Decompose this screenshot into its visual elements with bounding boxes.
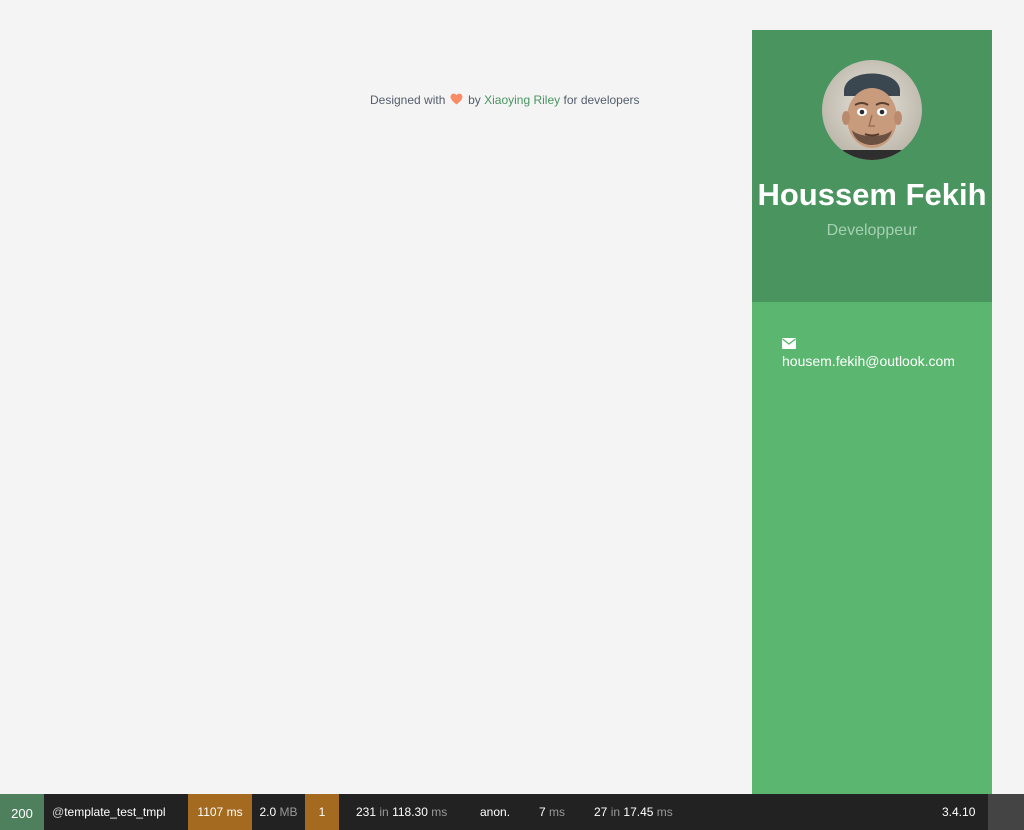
toolbar-errors[interactable]: 1: [305, 794, 339, 830]
logs-time: 118.30: [392, 805, 428, 819]
footer-credit: Designed with by Xiaoying Riley for deve…: [370, 93, 640, 107]
credit-suffix: for developers: [563, 93, 640, 107]
memory-value: 2.0: [259, 805, 277, 819]
email-link[interactable]: housem.fekih@outlook.com: [782, 353, 955, 369]
twig-unit: ms: [549, 805, 566, 819]
error-count: 1: [318, 805, 326, 819]
profile-avatar: [822, 60, 922, 160]
profile-tagline: Developpeur: [826, 222, 918, 239]
twig-time: 7: [539, 805, 546, 819]
toolbar-logs[interactable]: 231 in 118.30 ms: [356, 794, 447, 830]
toolbar-hide-button[interactable]: [988, 794, 1024, 830]
author-link[interactable]: Xiaoying Riley: [484, 93, 560, 107]
db-count: 27: [594, 805, 608, 819]
credit-prefix: Designed with: [370, 93, 446, 107]
db-time: 17.45: [623, 805, 654, 819]
toolbar-memory[interactable]: 2.0 MB: [252, 794, 305, 830]
version-text: 3.4.10: [942, 805, 976, 819]
logs-count: 231: [356, 805, 377, 819]
db-unit: ms: [656, 805, 673, 819]
profile-name: Houssem Fekih: [757, 177, 987, 212]
toolbar-status[interactable]: 200: [0, 794, 44, 830]
logs-unit: ms: [431, 805, 448, 819]
user-name: anon.: [480, 805, 511, 819]
profile-container: Houssem Fekih Developpeur: [752, 30, 992, 302]
logs-in: in: [379, 805, 389, 819]
toolbar-time[interactable]: 1107 ms: [188, 794, 252, 830]
memory-unit: MB: [279, 805, 298, 819]
toolbar-twig[interactable]: 7 ms: [539, 794, 565, 830]
time-unit: ms: [226, 805, 243, 819]
debug-toolbar: 200 @template_test_tmpl 1107 ms 2.0 MB 1…: [0, 794, 1024, 830]
contact-list: housem.fekih@outlook.com: [752, 302, 992, 369]
route-at: @: [52, 805, 65, 819]
sidebar: Houssem Fekih Developpeur housem.fekih@o…: [752, 30, 992, 794]
credit-by: by: [468, 93, 481, 107]
route-name: template_test_tmpl: [64, 805, 166, 819]
toolbar-version[interactable]: 3.4.10: [942, 794, 975, 830]
toolbar-db[interactable]: 27 in 17.45 ms: [594, 794, 673, 830]
toolbar-user[interactable]: anon.: [480, 794, 510, 830]
time-value: 1107: [197, 805, 224, 819]
status-code: 200: [11, 806, 33, 821]
toolbar-route[interactable]: @template_test_tmpl: [44, 794, 188, 830]
db-in: in: [610, 805, 621, 819]
envelope-icon: [782, 338, 796, 349]
heart-icon: [450, 93, 463, 105]
